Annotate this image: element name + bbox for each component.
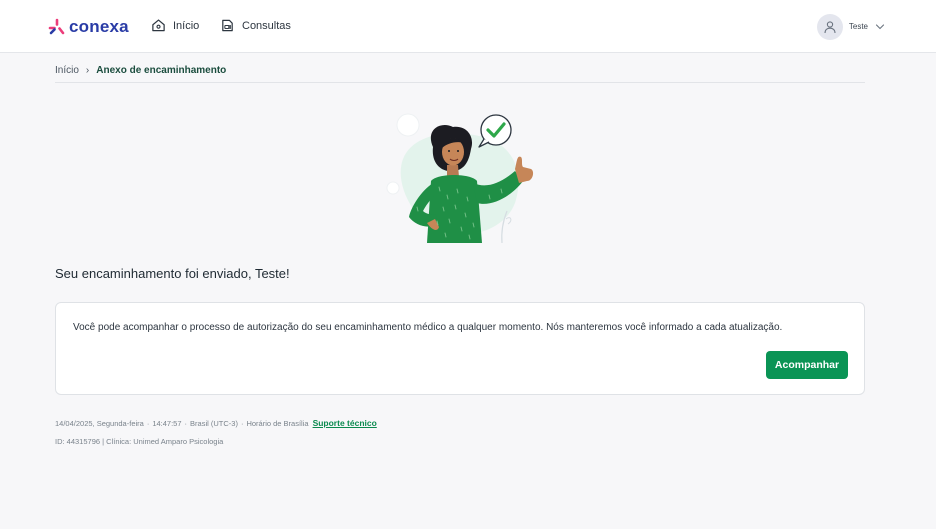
consultations-icon bbox=[222, 19, 233, 32]
breadcrumb-divider bbox=[55, 82, 865, 83]
footer-time: 14:47:57 bbox=[152, 419, 182, 428]
nav-item-inicio[interactable]: Início bbox=[151, 18, 199, 33]
home-icon bbox=[152, 19, 165, 32]
avatar bbox=[816, 13, 843, 40]
footer-datetime: 14/04/2025, Segunda-feira · 14:47:57 · B… bbox=[55, 418, 377, 428]
footer-timezone: Horário de Brasília bbox=[246, 419, 309, 428]
nav-label-inicio: Início bbox=[173, 19, 200, 32]
support-link[interactable]: Suporte técnico bbox=[313, 418, 377, 428]
top-navigation-bar: conexa Início Consultas Teste bbox=[0, 0, 936, 53]
logo-text: conexa bbox=[69, 17, 129, 36]
footer-separator: · bbox=[184, 419, 188, 428]
success-heading: Seu encaminhamento foi enviado, Teste! bbox=[55, 266, 290, 281]
footer-separator: · bbox=[146, 419, 150, 428]
nav-item-consultas[interactable]: Consultas bbox=[220, 18, 291, 33]
breadcrumb: Início › Anexo de encaminhamento bbox=[55, 65, 226, 76]
card-description: Você pode acompanhar o processo de autor… bbox=[73, 322, 783, 333]
breadcrumb-home[interactable]: Início bbox=[55, 65, 79, 76]
footer-region: Brasil (UTC-3) bbox=[190, 419, 238, 428]
nav-label-consultas: Consultas bbox=[242, 19, 291, 32]
info-card: Você pode acompanhar o processo de autor… bbox=[55, 302, 865, 395]
conexa-logo-icon bbox=[48, 18, 65, 35]
breadcrumb-separator: › bbox=[85, 65, 90, 76]
user-menu[interactable]: Teste bbox=[816, 13, 885, 40]
user-name: Teste bbox=[848, 22, 868, 31]
success-illustration bbox=[386, 113, 534, 244]
acompanhar-button[interactable]: Acompanhar bbox=[766, 351, 848, 379]
conexa-logo[interactable]: conexa bbox=[48, 16, 129, 38]
footer-separator: · bbox=[240, 419, 244, 428]
chevron-down-icon[interactable] bbox=[875, 22, 885, 32]
footer-date: 14/04/2025, Segunda-feira bbox=[55, 419, 144, 428]
user-icon bbox=[824, 20, 836, 33]
breadcrumb-current: Anexo de encaminhamento bbox=[96, 65, 227, 76]
footer-info: ID: 44315796 | Clínica: Unimed Amparo Ps… bbox=[55, 437, 224, 446]
